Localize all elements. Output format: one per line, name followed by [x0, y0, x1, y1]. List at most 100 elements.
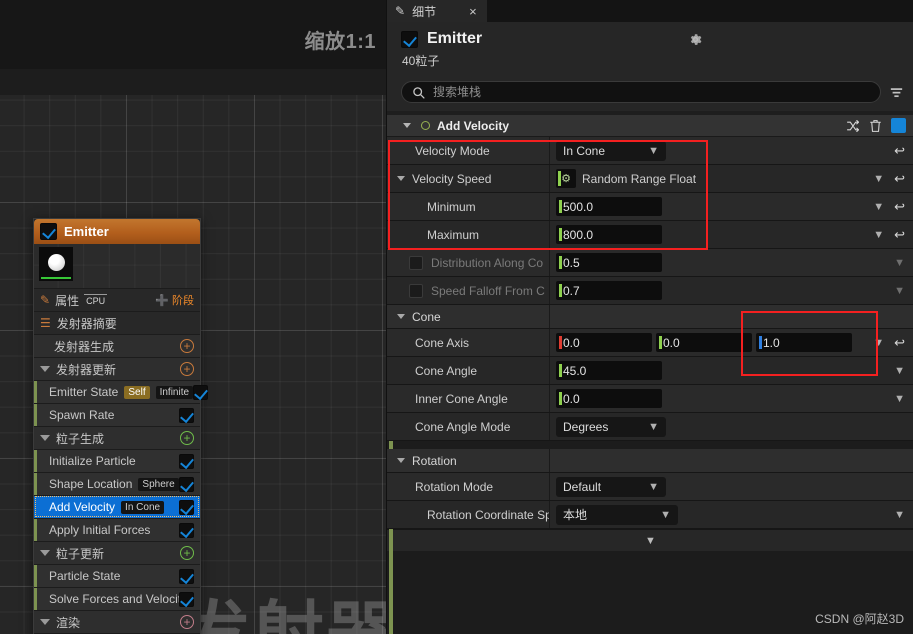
group-header-particle-update[interactable]: 粒子更新 +	[34, 541, 200, 564]
module-enable-checkbox[interactable]	[179, 568, 194, 584]
module-enable-checkbox[interactable]	[179, 453, 194, 469]
module-add-velocity[interactable]: Add Velocity In Cone	[34, 495, 200, 518]
chevron-down-icon[interactable]: ▼	[894, 257, 905, 269]
chevron-down-icon[interactable]: ▼	[894, 365, 905, 377]
row-maximum[interactable]: Maximum 800.0 ▼ ↩	[387, 221, 913, 249]
add-module-icon[interactable]: +	[180, 339, 194, 353]
row-cone-angle-mode[interactable]: Cone Angle Mode Degrees ▼	[387, 413, 913, 441]
module-apply-initial-forces[interactable]: Apply Initial Forces	[34, 518, 200, 541]
module-enable-checkbox[interactable]	[179, 522, 194, 538]
speed-falloff-checkbox[interactable]	[409, 283, 423, 298]
row-minimum[interactable]: Minimum 500.0 ▼ ↩	[387, 193, 913, 221]
chevron-down-icon[interactable]: ▼	[894, 509, 905, 521]
chevron-down-icon[interactable]: ▼	[873, 173, 884, 185]
group-header-particle-spawn[interactable]: 粒子生成 +	[34, 426, 200, 449]
cone-axis-x-input[interactable]: 0.0	[556, 333, 652, 352]
revert-icon[interactable]: ↩	[894, 199, 905, 215]
velocity-speed-dynamic-input[interactable]: ⚙ Random Range Float	[556, 169, 696, 188]
row-rotation-coordinate-space[interactable]: Rotation Coordinate Sp 本地 ▼ ▼	[387, 501, 913, 529]
row-rotation-mode[interactable]: Rotation Mode Default ▼	[387, 473, 913, 501]
group-header-emitter-update[interactable]: 发射器更新 +	[34, 357, 200, 380]
section-rotation[interactable]: Rotation	[387, 449, 913, 473]
add-renderer-icon[interactable]: +	[180, 615, 194, 629]
emitter-enable-checkbox-details[interactable]	[401, 30, 418, 48]
row-speed-falloff-from-cone[interactable]: Speed Falloff From C 0.7 ▼	[387, 277, 913, 305]
module-enable-checkbox[interactable]	[193, 384, 209, 400]
chevron-down-icon[interactable]: ▼	[873, 337, 884, 349]
scroll-more-button[interactable]: ▼	[387, 529, 913, 551]
module-solve-forces-and-velocity[interactable]: Solve Forces and Velocity	[34, 587, 200, 610]
chevron-down-icon[interactable]: ▼	[894, 285, 905, 297]
emitter-graph-viewport[interactable]: 缩放1:1 发射器 Emitter ✎ 属性 CPU ➕	[0, 0, 386, 634]
cone-angle-mode-dropdown[interactable]: Degrees ▼	[556, 416, 666, 437]
shuffle-icon[interactable]	[846, 119, 860, 132]
group-header-render[interactable]: 渲染 +	[34, 610, 200, 633]
module-header-add-velocity[interactable]: Add Velocity	[387, 115, 913, 137]
emitter-summary-row[interactable]: ☰ 发射器摘要	[34, 311, 200, 334]
module-initialize-particle[interactable]: Initialize Particle	[34, 449, 200, 472]
filter-icon[interactable]	[888, 84, 905, 101]
row-cone-angle[interactable]: Cone Angle 45.0 ▼	[387, 357, 913, 385]
module-spawn-rate[interactable]: Spawn Rate	[34, 403, 200, 426]
module-enable-checkbox[interactable]	[179, 407, 194, 423]
distribution-input[interactable]: 0.5	[556, 253, 662, 272]
row-velocity-mode[interactable]: Velocity Mode In Cone ▼ ↩	[387, 137, 913, 165]
cone-axis-z-input[interactable]: 1.0	[756, 333, 852, 352]
chevron-down-icon[interactable]	[40, 550, 50, 556]
revert-icon[interactable]: ↩	[894, 143, 905, 159]
chevron-down-icon[interactable]: ▼	[873, 201, 884, 213]
module-enable-checkbox[interactable]	[179, 476, 194, 492]
revert-icon[interactable]: ↩	[894, 335, 905, 351]
row-velocity-speed[interactable]: Velocity Speed ⚙ Random Range Float ▼ ↩	[387, 165, 913, 193]
minimum-input[interactable]: 500.0	[556, 197, 662, 216]
chevron-down-icon[interactable]: ▼	[873, 229, 884, 241]
search-box[interactable]	[401, 81, 881, 103]
chevron-down-icon[interactable]	[40, 619, 50, 625]
distribution-checkbox[interactable]	[409, 255, 423, 270]
chevron-down-icon[interactable]	[397, 176, 405, 181]
speed-falloff-input[interactable]: 0.7	[556, 281, 662, 300]
module-particle-state[interactable]: Particle State	[34, 564, 200, 587]
add-module-icon[interactable]: +	[180, 431, 194, 445]
maximum-input[interactable]: 800.0	[556, 225, 662, 244]
chevron-down-icon[interactable]	[403, 123, 411, 128]
module-enable-checkbox[interactable]	[179, 499, 194, 515]
stage-add-button[interactable]: ➕ 阶段	[155, 292, 194, 308]
chevron-down-icon[interactable]	[397, 314, 405, 319]
emitter-node-header[interactable]: Emitter	[34, 219, 200, 244]
close-icon[interactable]: ×	[469, 4, 477, 19]
module-emitter-state[interactable]: Emitter State Self Infinite	[34, 380, 209, 403]
rotation-coordinate-space-dropdown[interactable]: 本地 ▼	[556, 504, 678, 525]
chevron-down-icon[interactable]	[40, 435, 50, 441]
revert-icon[interactable]: ↩	[894, 171, 905, 187]
group-header-emitter-spawn[interactable]: 发射器生成 +	[34, 334, 200, 357]
chevron-down-icon[interactable]	[40, 366, 50, 372]
row-cone-axis[interactable]: Cone Axis 0.0 0.0 1.0 ▼ ↩	[387, 329, 913, 357]
tab-details[interactable]: ✎ 细节 ×	[387, 0, 487, 22]
inner-cone-angle-input[interactable]: 0.0	[556, 389, 662, 408]
module-shape-location[interactable]: Shape Location Sphere	[34, 472, 200, 495]
module-enable-checkbox[interactable]	[891, 118, 906, 133]
group-label: 发射器更新	[56, 362, 117, 377]
trash-icon[interactable]	[869, 119, 882, 133]
emitter-thumbnail[interactable]	[39, 247, 73, 281]
velocity-mode-dropdown[interactable]: In Cone ▼	[556, 140, 666, 161]
gear-icon[interactable]	[688, 32, 703, 47]
add-module-icon[interactable]: +	[180, 362, 194, 376]
cone-angle-input[interactable]: 45.0	[556, 361, 662, 380]
chevron-down-icon[interactable]	[397, 458, 405, 463]
revert-icon[interactable]: ↩	[894, 227, 905, 243]
emitter-properties-row[interactable]: ✎ 属性 CPU ➕ 阶段	[34, 288, 200, 311]
section-cone[interactable]: Cone	[387, 305, 913, 329]
chevron-down-icon[interactable]: ▼	[894, 393, 905, 405]
add-module-icon[interactable]: +	[180, 546, 194, 560]
cone-axis-y-input[interactable]: 0.0	[656, 333, 752, 352]
module-stack[interactable]: Add Velocity Velocity Mode In Cone ▼ ↩ V…	[387, 115, 913, 634]
module-enable-checkbox[interactable]	[179, 591, 194, 607]
emitter-node[interactable]: Emitter ✎ 属性 CPU ➕ 阶段 ☰ 发射器摘要 发射器生成 + 发射…	[33, 218, 209, 634]
row-distribution-along-cone[interactable]: Distribution Along Co 0.5 ▼	[387, 249, 913, 277]
row-inner-cone-angle[interactable]: Inner Cone Angle 0.0 ▼	[387, 385, 913, 413]
search-input[interactable]	[433, 85, 870, 99]
rotation-mode-dropdown[interactable]: Default ▼	[556, 476, 666, 497]
emitter-enable-checkbox[interactable]	[40, 223, 57, 240]
